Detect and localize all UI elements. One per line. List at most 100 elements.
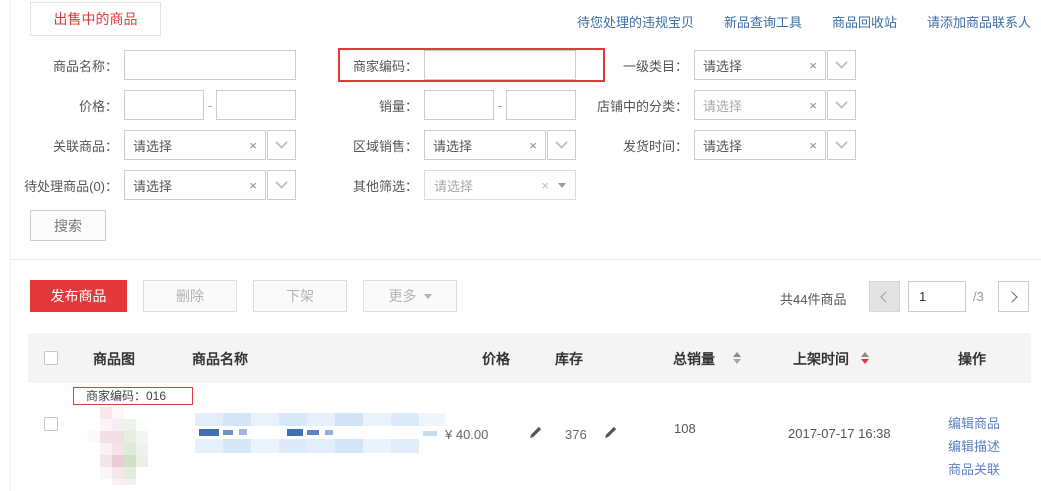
field-region-sales: 区域销售： 请选择 × bbox=[308, 130, 576, 160]
product-name-redacted[interactable] bbox=[195, 413, 445, 453]
link-new-product-query-tool[interactable]: 新品查询工具 bbox=[724, 12, 802, 31]
edit-price-pencil-icon[interactable] bbox=[528, 425, 543, 440]
section-divider bbox=[12, 259, 1041, 260]
caret-down-icon bbox=[558, 183, 566, 188]
delivery-time-select-arrow[interactable] bbox=[827, 130, 856, 160]
sort-desc-icon[interactable] bbox=[733, 359, 741, 364]
merchant-code-input[interactable] bbox=[424, 50, 576, 80]
pending-products-label: 待处理商品(0)： bbox=[8, 176, 124, 195]
take-down-button[interactable]: 下架 bbox=[253, 280, 347, 312]
delivery-time-select-value: 请选择 bbox=[703, 136, 742, 155]
related-products-select-value: 请选择 bbox=[133, 136, 172, 155]
field-sales-range: 销量： - bbox=[308, 90, 576, 120]
next-page-button[interactable] bbox=[998, 281, 1029, 312]
clear-icon[interactable]: × bbox=[249, 139, 257, 152]
top-links: 待您处理的违规宝贝 新品查询工具 商品回收站 请添加商品联系人 bbox=[577, 12, 1031, 31]
link-add-product-contact[interactable]: 请添加商品联系人 bbox=[927, 12, 1031, 31]
price-range-dash: - bbox=[204, 98, 216, 113]
product-name-label: 商品名称： bbox=[8, 56, 124, 75]
sales-range-dash: - bbox=[494, 98, 506, 113]
column-header-price: 价格 bbox=[482, 349, 510, 369]
product-name-input[interactable] bbox=[124, 50, 296, 80]
region-sales-select[interactable]: 请选择 × bbox=[424, 130, 546, 160]
price-max-input[interactable] bbox=[216, 90, 296, 120]
shop-category-select-value: 请选择 bbox=[703, 96, 742, 115]
chevron-right-icon bbox=[1006, 291, 1017, 302]
page-number-input[interactable] bbox=[908, 281, 966, 312]
more-button[interactable]: 更多 bbox=[363, 280, 457, 312]
chevron-down-icon bbox=[275, 136, 288, 149]
field-merchant-code: 商家编码： bbox=[308, 50, 576, 80]
related-products-label: 关联商品： bbox=[8, 136, 124, 155]
product-image-redacted[interactable] bbox=[88, 407, 160, 485]
clear-icon[interactable]: × bbox=[809, 139, 817, 152]
prev-page-button[interactable] bbox=[869, 281, 900, 312]
row-checkbox[interactable] bbox=[44, 417, 58, 431]
link-product-recycle-bin[interactable]: 商品回收站 bbox=[832, 12, 897, 31]
related-products-select-arrow[interactable] bbox=[267, 130, 296, 160]
delivery-time-select[interactable]: 请选择 × bbox=[694, 130, 826, 160]
clear-icon[interactable]: × bbox=[249, 179, 257, 192]
column-header-stock: 库存 bbox=[555, 349, 583, 369]
category-select-value: 请选择 bbox=[703, 56, 742, 75]
pending-products-select[interactable]: 请选择 × bbox=[124, 170, 266, 200]
pending-products-select-arrow[interactable] bbox=[267, 170, 296, 200]
field-related-products: 关联商品： 请选择 × bbox=[8, 130, 296, 160]
table-header: 商品图 商品名称 价格 库存 总销量 上架时间 操作 bbox=[28, 333, 1031, 383]
field-delivery-time: 发货时间： 请选择 × bbox=[560, 130, 856, 160]
other-filters-select-value: 请选择 bbox=[434, 176, 473, 195]
select-all-checkbox[interactable] bbox=[44, 351, 58, 365]
delete-button[interactable]: 删除 bbox=[143, 280, 237, 312]
stock-value: 376 bbox=[565, 427, 587, 442]
field-price-range: 价格： - bbox=[8, 90, 296, 120]
total-count: 共44件商品 bbox=[780, 289, 846, 308]
link-violation-items[interactable]: 待您处理的违规宝贝 bbox=[577, 12, 694, 31]
clear-icon[interactable]: × bbox=[529, 139, 537, 152]
total-sales-value: 108 bbox=[674, 421, 696, 436]
field-pending-products: 待处理商品(0)： 请选择 × bbox=[8, 170, 296, 200]
chevron-down-icon bbox=[835, 56, 848, 69]
sort-icons-total-sales[interactable] bbox=[733, 352, 741, 364]
edit-product-link[interactable]: 编辑商品 bbox=[948, 413, 1000, 432]
sort-icons-listed-time[interactable] bbox=[861, 352, 869, 364]
sort-desc-icon-active[interactable] bbox=[861, 359, 869, 364]
shop-category-select-arrow[interactable] bbox=[827, 90, 856, 120]
price-label: 价格： bbox=[8, 96, 124, 115]
shop-category-label: 店铺中的分类： bbox=[560, 96, 694, 115]
related-products-select[interactable]: 请选择 × bbox=[124, 130, 266, 160]
sales-min-input[interactable] bbox=[424, 90, 494, 120]
chevron-down-icon bbox=[275, 176, 288, 189]
chevron-down-icon bbox=[835, 96, 848, 109]
column-header-total-sales[interactable]: 总销量 bbox=[673, 349, 715, 369]
column-header-image: 商品图 bbox=[93, 349, 135, 369]
category-label: 一级类目： bbox=[560, 56, 694, 75]
sort-asc-icon[interactable] bbox=[733, 352, 741, 357]
sales-label: 销量： bbox=[308, 96, 424, 115]
clear-icon[interactable]: × bbox=[809, 59, 817, 72]
price-value: ¥ 40.00 bbox=[445, 427, 488, 442]
other-filters-select[interactable]: 请选择 × bbox=[424, 170, 576, 200]
merchant-code-label: 商家编码： bbox=[308, 56, 424, 75]
sort-asc-icon[interactable] bbox=[861, 352, 869, 357]
clear-icon[interactable]: × bbox=[541, 179, 549, 192]
field-shop-category: 店铺中的分类： 请选择 × bbox=[560, 90, 856, 120]
edit-description-link[interactable]: 编辑描述 bbox=[948, 436, 1000, 455]
category-select-arrow[interactable] bbox=[827, 50, 856, 80]
product-relation-link[interactable]: 商品关联 bbox=[948, 459, 1000, 478]
publish-product-button[interactable]: 发布商品 bbox=[30, 280, 127, 312]
shop-category-select[interactable]: 请选择 × bbox=[694, 90, 826, 120]
page-total: /3 bbox=[973, 289, 984, 304]
column-header-listed-time[interactable]: 上架时间 bbox=[793, 349, 849, 369]
pending-products-select-value: 请选择 bbox=[133, 176, 172, 195]
edit-stock-pencil-icon[interactable] bbox=[603, 425, 618, 440]
tab-selling-products[interactable]: 出售中的商品 bbox=[30, 2, 161, 36]
listed-time-value: 2017-07-17 16:38 bbox=[788, 426, 891, 441]
category-select[interactable]: 请选择 × bbox=[694, 50, 826, 80]
field-other-filters: 其他筛选： 请选择 × bbox=[308, 170, 576, 200]
other-filters-label: 其他筛选： bbox=[308, 176, 424, 195]
region-sales-label: 区域销售： bbox=[308, 136, 424, 155]
search-button[interactable]: 搜索 bbox=[30, 210, 106, 241]
clear-icon[interactable]: × bbox=[809, 99, 817, 112]
price-min-input[interactable] bbox=[124, 90, 204, 120]
region-sales-select-value: 请选择 bbox=[433, 136, 472, 155]
